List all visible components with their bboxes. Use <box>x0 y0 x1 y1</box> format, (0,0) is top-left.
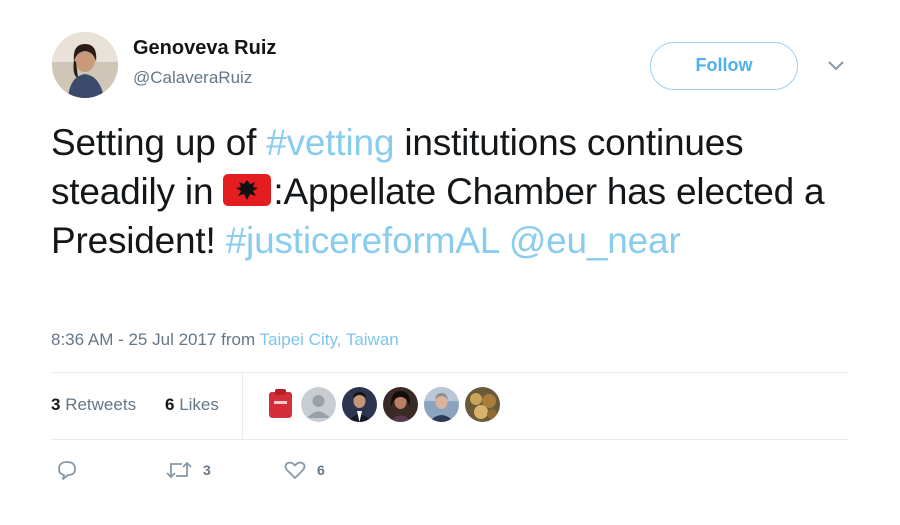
like-count: 6 <box>317 462 325 478</box>
user-name[interactable]: Genoveva Ruiz <box>133 37 276 60</box>
like-button[interactable]: 6 <box>283 458 325 482</box>
reply-icon <box>58 461 76 480</box>
divider <box>242 372 243 439</box>
user-handle[interactable]: @CalaveraRuiz <box>133 68 252 88</box>
divider <box>51 372 848 373</box>
follow-button[interactable]: Follow <box>650 42 798 90</box>
retweets-label: Retweets <box>65 395 137 414</box>
liker-avatar[interactable] <box>465 387 500 422</box>
retweet-button[interactable]: 3 <box>165 458 211 482</box>
likes-count: 6 <box>165 395 175 414</box>
liker-avatar[interactable] <box>424 387 459 422</box>
retweets-stat[interactable]: 3 Retweets <box>51 395 136 415</box>
likes-label: Likes <box>179 395 219 414</box>
retweet-count: 3 <box>203 462 211 478</box>
hashtag-vetting[interactable]: #vetting <box>266 122 394 163</box>
retweet-icon <box>166 461 192 479</box>
likes-stat[interactable]: 6 Likes <box>165 395 219 415</box>
divider <box>51 439 848 440</box>
tweet-timestamp: 8:36 AM - 25 Jul 2017 from Taipei City, … <box>51 330 399 350</box>
retweets-count: 3 <box>51 395 61 414</box>
liker-avatar[interactable] <box>342 387 377 422</box>
liker-avatar[interactable] <box>263 387 298 422</box>
flag-albania-icon <box>223 174 272 206</box>
tweet-text: Setting up of #vetting institutions cont… <box>51 118 841 265</box>
hashtag-justicereformal[interactable]: #justicereformAL <box>226 220 499 261</box>
tweet-text-part: Setting up of <box>51 122 267 163</box>
avatar[interactable] <box>52 32 118 98</box>
heart-icon <box>284 461 306 479</box>
reply-button[interactable] <box>55 458 79 482</box>
location-link[interactable]: Taipei City, Taiwan <box>260 330 399 349</box>
chevron-down-icon[interactable] <box>827 60 845 72</box>
liker-avatar[interactable] <box>301 387 336 422</box>
mention-eu-near[interactable]: @eu_near <box>509 220 681 261</box>
liker-avatar[interactable] <box>383 387 418 422</box>
timestamp-text[interactable]: 8:36 AM - 25 Jul 2017 from <box>51 330 260 349</box>
